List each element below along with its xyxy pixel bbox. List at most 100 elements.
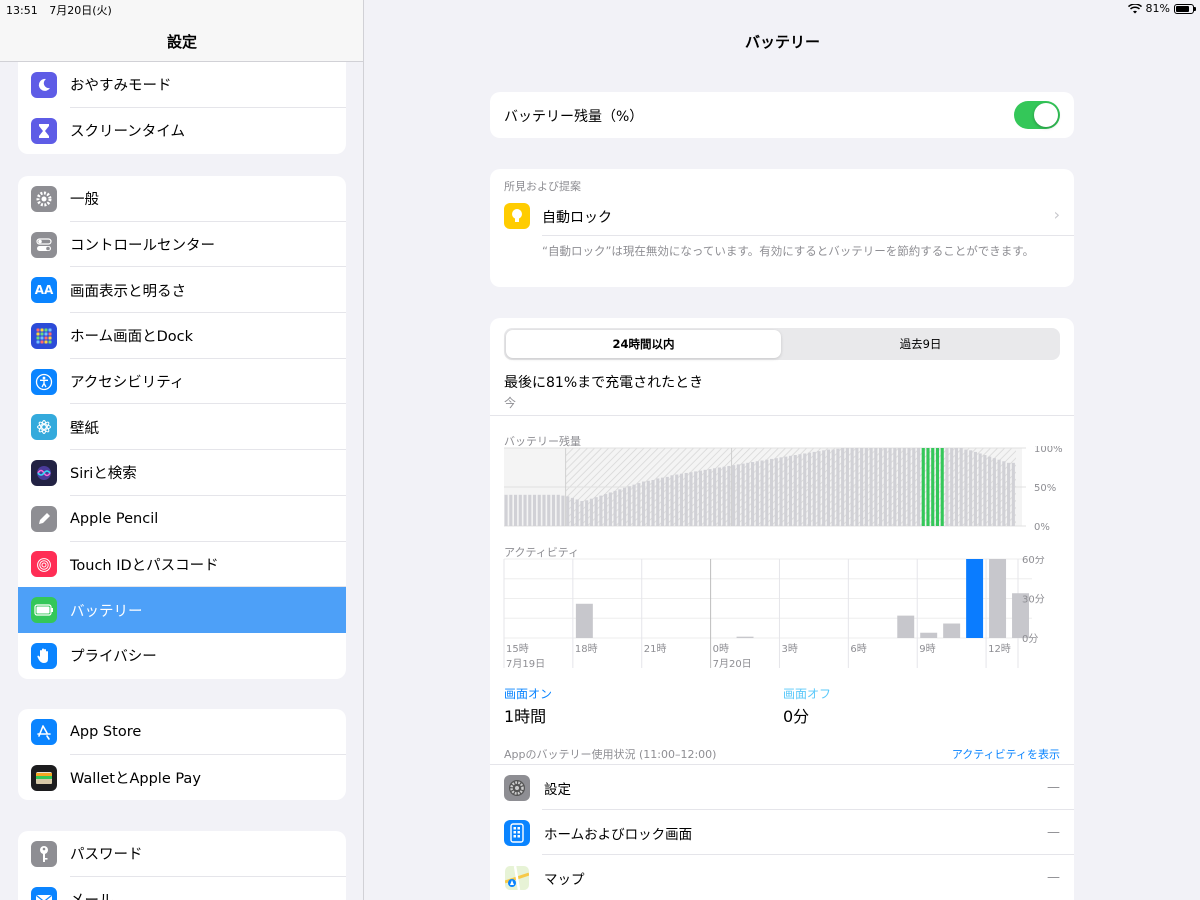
level-bar [599,495,603,526]
status-bar: 13:51 7月20日(火) 81% [0,0,1200,18]
level-bar [788,455,793,526]
level-bar [613,490,617,526]
sidebar-item-battery[interactable]: バッテリー [18,587,346,633]
segment-9days[interactable]: 過去9日 [783,330,1058,358]
sidebar-item-pencil[interactable]: Apple Pencil [18,496,346,542]
screen-off-label: 画面オフ [783,687,832,701]
level-bar [807,452,812,526]
level-bar [641,481,646,526]
settings-app-icon [504,774,530,801]
level-bar [940,448,944,526]
sidebar-item-hand[interactable]: プライバシー [18,633,346,679]
level-y-tick: 100% [1034,446,1063,455]
level-bar [632,484,636,526]
level-bar [627,486,631,526]
sidebar-item-text-size[interactable]: AA 画面表示と明るさ [18,267,346,313]
sidebar-item-moon[interactable]: おやすみモード [18,62,346,108]
level-bar [727,465,731,526]
level-bar [926,448,930,526]
level-bar [675,474,679,526]
sidebar-item-wallet[interactable]: WalletとApple Pay [18,755,346,801]
level-bar [1011,462,1015,526]
level-bar [817,451,821,526]
sidebar-item-flower[interactable]: 壁紙 [18,404,346,450]
battery-percentage-toggle[interactable] [1014,101,1060,129]
sidebar-item-hourglass[interactable]: スクリーンタイム [18,108,346,154]
status-right: 81% [1127,2,1196,15]
app-usage-row[interactable]: 設定 — [490,765,1074,810]
activity-y-tick: 60分 [1022,556,1045,566]
level-bar [945,448,949,526]
sidebar-item-mail[interactable]: メール [18,877,346,900]
activity-bar [943,623,961,638]
activity-bar [736,636,754,638]
grid-icon [31,322,57,349]
level-bar [589,498,593,526]
level-bar [769,458,774,526]
show-activity-link[interactable]: アクティビティを表示 [952,746,1060,762]
hourglass-icon [31,117,57,144]
level-bar [542,494,546,526]
level-bar [570,497,575,526]
activity-x-tick: 9時 [919,643,935,655]
level-bar [879,448,883,526]
level-bar [528,494,532,526]
sidebar-item-gear[interactable]: 一般 [18,176,346,222]
level-bar [841,448,845,526]
app-usage-label: Appのバッテリー使用状況 (11:00–12:00) [504,748,717,761]
level-bar [831,449,835,526]
segment-24h[interactable]: 24時間以内 [506,330,781,358]
sidebar-item-accessibility[interactable]: アクセシビリティ [18,359,346,405]
hand-icon [31,642,57,669]
sidebar-item-switches[interactable]: コントロールセンター [18,222,346,268]
activity-x-tick: 21時 [644,643,667,655]
level-bar [992,458,996,526]
activity-x-tick: 0時 [713,643,729,655]
level-bar [822,450,826,526]
sidebar-group-4: パスワードメール [18,831,346,900]
level-bar [983,455,987,526]
insights-header: 所見および提案 [504,180,581,193]
sidebar-item-fingerprint[interactable]: Touch IDとパスコード [18,542,346,588]
level-bar [888,448,892,526]
level-bar [708,469,712,526]
sidebar-item-label: パスワード [70,847,143,864]
level-bar [765,459,769,526]
level-bar [537,494,541,526]
level-bar [760,460,764,526]
activity-x-tick: 15時 [506,643,529,655]
level-bar [547,494,551,526]
battery-percentage-label: バッテリー残量（%） [504,109,644,125]
level-bar [935,448,940,526]
sidebar-item-appstore[interactable]: App Store [18,709,346,755]
level-bar [864,448,868,526]
level-bar [646,480,650,526]
level-bar [845,448,849,526]
level-bar [656,478,660,526]
sidebar-item-key[interactable]: パスワード [18,831,346,877]
section-divider [490,415,1074,416]
app-usage-row[interactable]: マップ — [490,855,1074,900]
page-title: バッテリー [744,33,820,51]
sidebar-item-label: WalletとApple Pay [70,771,201,788]
level-bar [608,492,612,526]
sidebar-item-label: 壁紙 [70,420,99,437]
app-usage-row[interactable]: ホームおよびロック画面 — [490,810,1074,855]
level-bar [736,464,740,526]
sidebar-item-siri[interactable]: Siriと検索 [18,450,346,496]
moon-icon [31,71,57,98]
sidebar-item-label: バッテリー [70,603,143,620]
flower-icon [31,414,57,441]
last-charged-label: 最後に81%まで充電されたとき [504,375,704,391]
level-bar [798,454,802,526]
auto-lock-row[interactable]: 自動ロック › [490,201,1074,235]
sidebar-item-label: おやすみモード [70,78,172,95]
status-left: 13:51 7月20日(火) [6,2,120,18]
screen-on-value: 1時間 [504,707,547,726]
sidebar-item-grid[interactable]: ホーム画面とDock [18,313,346,359]
level-bar [698,470,703,526]
status-date: 7月20日(火) [49,4,112,17]
level-bar [509,494,513,526]
level-bar [897,448,902,526]
toggle-knob [1034,103,1058,127]
